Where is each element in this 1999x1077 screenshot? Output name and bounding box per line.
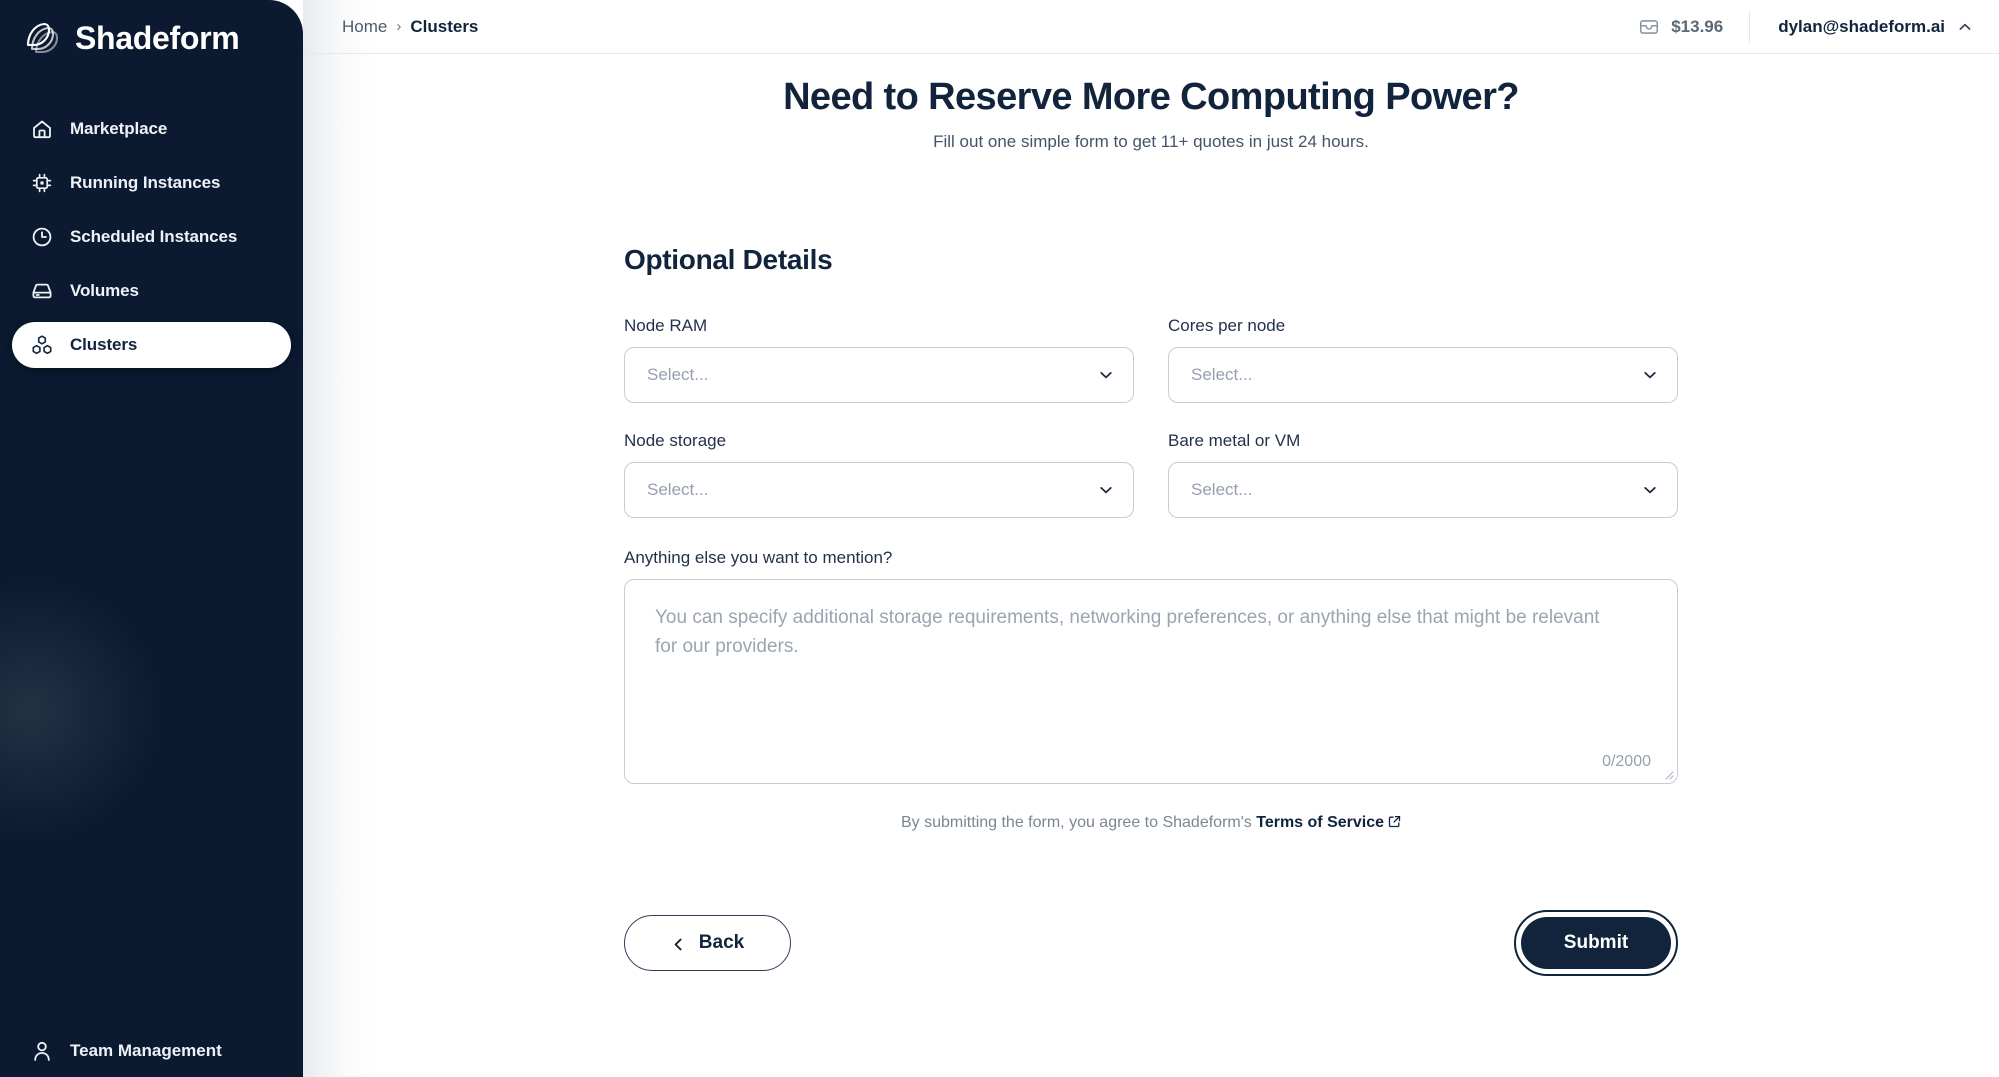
node-storage-select[interactable]: Select... bbox=[624, 462, 1134, 518]
app-root: Shadeform Marketplace Running Instances … bbox=[0, 0, 1999, 1077]
field-node-storage: Node storage Select... bbox=[624, 431, 1134, 518]
select-value: Select... bbox=[1191, 480, 1253, 499]
cubes-icon bbox=[30, 333, 54, 357]
cores-per-node-select[interactable]: Select... bbox=[1168, 347, 1678, 403]
account-email: dylan@shadeform.ai bbox=[1778, 16, 1945, 36]
sidebar-item-label: Running Instances bbox=[70, 173, 221, 192]
additional-notes-textarea[interactable]: You can specify additional storage requi… bbox=[624, 579, 1678, 784]
sidebar-nav: Marketplace Running Instances Scheduled … bbox=[0, 106, 303, 368]
chevron-down-icon bbox=[1097, 481, 1115, 499]
main-content: Home › Clusters $13.96 dylan@shadeform.a… bbox=[303, 0, 1999, 1077]
terms-notice: By submitting the form, you agree to Sha… bbox=[624, 814, 1678, 832]
breadcrumb-clusters[interactable]: Clusters bbox=[410, 17, 478, 37]
sidebar-item-label: Clusters bbox=[70, 335, 138, 354]
resize-handle-icon[interactable] bbox=[1661, 767, 1674, 780]
field-label: Node RAM bbox=[624, 316, 708, 335]
page-subtitle: Fill out one simple form to get 11+ quot… bbox=[933, 132, 1369, 151]
submit-button-label: Submit bbox=[1563, 932, 1629, 953]
sidebar-item-clusters[interactable]: Clusters bbox=[12, 322, 291, 368]
topbar-right: $13.96 dylan@shadeform.ai bbox=[1638, 0, 1973, 53]
select-value: Select... bbox=[1191, 365, 1253, 384]
brand-name: Shadeform bbox=[75, 20, 240, 56]
sidebar: Shadeform Marketplace Running Instances … bbox=[0, 0, 303, 1077]
chevron-up-icon bbox=[1957, 19, 1973, 35]
external-link-icon bbox=[1388, 815, 1401, 828]
clock-icon bbox=[30, 225, 54, 249]
field-additional-notes: Anything else you want to mention? You c… bbox=[624, 548, 1678, 784]
balance-button[interactable]: $13.96 bbox=[1638, 16, 1749, 38]
home-icon bbox=[30, 117, 54, 141]
page-title: Need to Reserve More Computing Power? bbox=[783, 76, 1519, 118]
sidebar-item-running-instances[interactable]: Running Instances bbox=[12, 160, 291, 206]
field-bare-metal-or-vm: Bare metal or VM Select... bbox=[1168, 431, 1678, 518]
topbar: Home › Clusters $13.96 dylan@shadeform.a… bbox=[303, 0, 1999, 54]
character-counter: 0/2000 bbox=[1602, 753, 1651, 770]
form-wrapper: Optional Details Node RAM Select... Core… bbox=[624, 244, 1678, 976]
chevron-down-icon bbox=[1641, 366, 1659, 384]
field-label: Bare metal or VM bbox=[1168, 431, 1301, 450]
shadeform-logo-icon bbox=[22, 18, 62, 58]
node-ram-select[interactable]: Select... bbox=[624, 347, 1134, 403]
section-title: Optional Details bbox=[624, 244, 833, 275]
field-cores-per-node: Cores per node Select... bbox=[1168, 316, 1678, 403]
bare-metal-or-vm-select[interactable]: Select... bbox=[1168, 462, 1678, 518]
form-actions: Back Submit bbox=[624, 910, 1678, 976]
field-node-ram: Node RAM Select... bbox=[624, 316, 1134, 403]
chevron-down-icon bbox=[1097, 366, 1115, 384]
select-value: Select... bbox=[647, 480, 709, 499]
breadcrumb-home[interactable]: Home bbox=[342, 17, 387, 37]
sidebar-item-team-management[interactable]: Team Management bbox=[12, 1025, 291, 1077]
submit-button-focus-ring: Submit bbox=[1514, 910, 1678, 976]
sidebar-item-label: Marketplace bbox=[70, 119, 168, 138]
submit-button[interactable]: Submit bbox=[1521, 917, 1671, 969]
sidebar-item-label: Scheduled Instances bbox=[70, 227, 238, 246]
field-label: Cores per node bbox=[1168, 316, 1286, 335]
cpu-chip-icon bbox=[30, 171, 54, 195]
breadcrumb: Home › Clusters bbox=[342, 17, 478, 37]
hard-drive-icon bbox=[30, 279, 54, 303]
chevron-right-icon: › bbox=[396, 18, 402, 35]
sidebar-item-label: Team Management bbox=[70, 1041, 222, 1060]
select-value: Select... bbox=[647, 365, 709, 384]
account-menu-button[interactable]: dylan@shadeform.ai bbox=[1750, 17, 1973, 37]
terms-of-service-link[interactable]: Terms of Service bbox=[1256, 814, 1384, 831]
field-label: Node storage bbox=[624, 431, 727, 450]
sidebar-item-volumes[interactable]: Volumes bbox=[12, 268, 291, 314]
textarea-placeholder: You can specify additional storage requi… bbox=[655, 607, 1600, 657]
optional-details-grid: Node RAM Select... Cores per node Select… bbox=[624, 316, 1678, 518]
sidebar-item-scheduled-instances[interactable]: Scheduled Instances bbox=[12, 214, 291, 260]
chevron-left-icon bbox=[671, 936, 686, 951]
balance-amount: $13.96 bbox=[1671, 16, 1724, 36]
wallet-icon bbox=[1638, 16, 1660, 38]
terms-prefix: By submitting the form, you agree to Sha… bbox=[901, 814, 1257, 831]
sidebar-item-marketplace[interactable]: Marketplace bbox=[12, 106, 291, 152]
chevron-down-icon bbox=[1641, 481, 1659, 499]
field-label: Anything else you want to mention? bbox=[624, 548, 893, 567]
brand[interactable]: Shadeform bbox=[0, 0, 303, 58]
user-icon bbox=[30, 1039, 54, 1063]
page-body: Need to Reserve More Computing Power? Fi… bbox=[303, 76, 1999, 976]
sidebar-item-label: Volumes bbox=[70, 281, 139, 300]
back-button-label: Back bbox=[698, 932, 745, 953]
back-button[interactable]: Back bbox=[624, 915, 791, 971]
